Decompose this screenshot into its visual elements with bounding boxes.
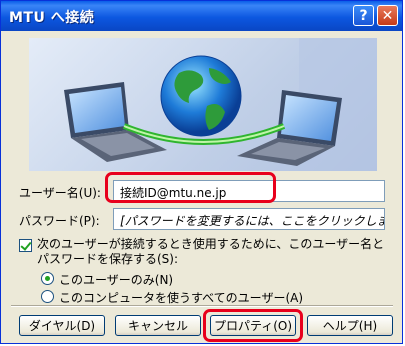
- username-label: ユーザー名(U):: [19, 186, 101, 200]
- save-password-label: 次のユーザーが接続するとき使用するために、このユーザー名とパスワードを保存する(…: [37, 237, 385, 266]
- radio-me-only[interactable]: [41, 272, 54, 285]
- password-input[interactable]: [パスワードを変更するには、ここをクリックします]: [113, 208, 385, 230]
- help-button[interactable]: ヘルプ(H): [307, 315, 393, 336]
- dial-button[interactable]: ダイヤル(D): [19, 315, 105, 336]
- close-button[interactable]: ✕: [377, 5, 398, 26]
- radio-anyone-label: このコンピュータを使うすべてのユーザー(A): [59, 291, 304, 305]
- globe-icon: [160, 55, 242, 137]
- username-input[interactable]: 接続ID@mtu.ne.jp: [113, 180, 385, 202]
- window-title: MTU へ接続: [9, 10, 95, 26]
- network-connection-illustration: [29, 38, 377, 171]
- title-bar: MTU へ接続 ? ✕: [1, 1, 402, 31]
- radio-me-only-label: このユーザーのみ(N): [59, 273, 174, 287]
- cancel-button[interactable]: キャンセル: [115, 315, 201, 336]
- help-title-button[interactable]: ?: [353, 5, 374, 26]
- laptops-globe-icon: [64, 38, 377, 171]
- separator: [11, 305, 393, 307]
- connect-dialog: MTU へ接続 ? ✕ ユーザー名(U): 接続ID@mtu.ne.jp パスワ…: [0, 0, 403, 344]
- password-label: パスワード(P):: [19, 214, 100, 228]
- save-password-checkbox[interactable]: [19, 239, 32, 252]
- properties-button[interactable]: プロパティ(O): [210, 315, 296, 336]
- radio-anyone[interactable]: [41, 290, 54, 303]
- left-laptop-icon: [64, 82, 167, 162]
